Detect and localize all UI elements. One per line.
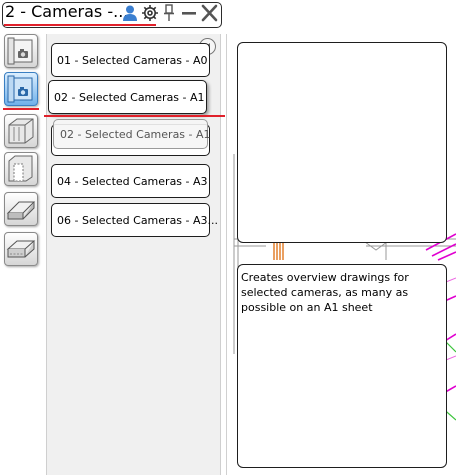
description-panel: Creates overview drawings for selected c…	[237, 264, 447, 468]
slab-tool-icon	[6, 240, 36, 258]
user-icon[interactable]	[122, 4, 138, 22]
beam-tool-icon	[6, 201, 36, 220]
preview-panel	[237, 42, 447, 243]
camera-list-item-a3-more[interactable]: 06 - Selected Cameras - A3...	[51, 203, 218, 237]
camera-selected-tool-icon	[7, 75, 33, 103]
door-frame-tool-button[interactable]	[4, 152, 38, 186]
window-title: 2 - Cameras -...	[5, 2, 129, 21]
minimize-icon[interactable]	[181, 4, 197, 22]
camera-view-tool-icon	[7, 37, 33, 65]
gear-icon[interactable]	[141, 4, 159, 22]
slab-tool-button[interactable]	[4, 232, 38, 266]
title-underline	[4, 24, 156, 26]
selected-cameras-tool-button[interactable]	[4, 72, 38, 106]
drag-ghost-item: 02 - Selected Cameras - A1	[53, 119, 211, 149]
wall-section-tool-icon	[8, 118, 34, 144]
door-frame-tool-icon	[8, 155, 33, 182]
pin-icon[interactable]	[163, 4, 175, 22]
camera-list-item-a3[interactable]: 04 - Selected Cameras - A3	[51, 164, 210, 198]
active-tool-underline	[3, 108, 39, 110]
camera-list-item-a1[interactable]: 02 - Selected Cameras - A1	[48, 80, 207, 114]
camera-view-tool-button[interactable]	[4, 34, 38, 68]
camera-list-item-a0[interactable]: 01 - Selected Cameras - A0	[51, 43, 210, 77]
beam-tool-button[interactable]	[4, 192, 38, 226]
close-icon[interactable]	[201, 4, 218, 22]
description-text: Creates overview drawings for selected c…	[241, 271, 409, 314]
wall-section-tool-button[interactable]	[4, 114, 38, 148]
selection-underline	[44, 115, 225, 117]
